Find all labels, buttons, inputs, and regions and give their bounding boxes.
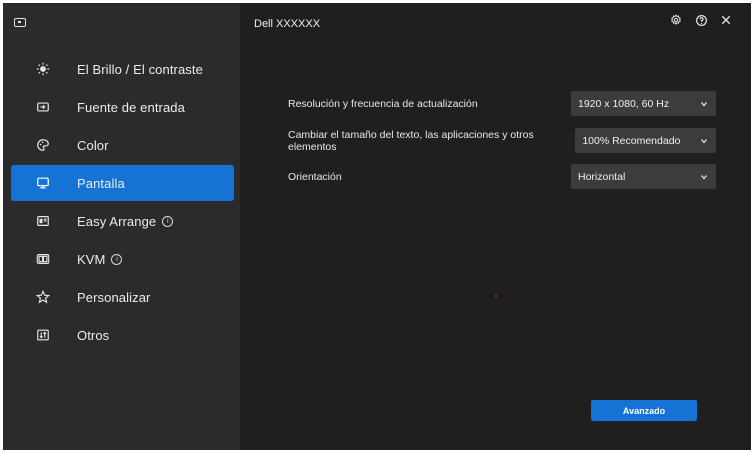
resolution-value: 1920 x 1080, 60 Hz: [578, 97, 670, 110]
sidebar: El Brillo / El contraste Fuente de entra…: [3, 3, 240, 450]
sidebar-item-personalize[interactable]: Personalizar: [11, 279, 234, 315]
setting-orientation: Orientación Horizontal: [288, 164, 716, 189]
chevron-down-icon: [701, 174, 707, 180]
others-icon: [35, 327, 51, 343]
orientation-label: Orientación: [288, 170, 342, 183]
input-source-icon: [35, 99, 51, 115]
setting-resolution: Resolución y frecuencia de actualización…: [288, 91, 716, 116]
sidebar-item-label: Fuente de entrada: [77, 99, 185, 115]
app-window: El Brillo / El contraste Fuente de entra…: [3, 3, 751, 450]
close-icon[interactable]: [719, 13, 733, 27]
scale-dropdown[interactable]: 100% Recomendado: [575, 128, 716, 153]
window-controls: [669, 13, 733, 27]
brightness-icon: [35, 61, 51, 77]
sidebar-item-input-source[interactable]: Fuente de entrada: [11, 89, 234, 125]
sidebar-item-others[interactable]: Otros: [11, 317, 234, 353]
main-panel: Dell XXXXXX Resolución y frecuencia de a…: [240, 3, 751, 450]
chevron-down-icon: [701, 138, 707, 144]
sidebar-item-display[interactable]: Pantalla: [11, 165, 234, 201]
easy-arrange-icon: [35, 213, 51, 229]
resolution-label: Resolución y frecuencia de actualización: [288, 97, 478, 110]
chevron-down-icon: [701, 101, 707, 107]
sidebar-item-easy-arrange[interactable]: Easy Arrange i: [11, 203, 234, 239]
info-icon[interactable]: i: [111, 253, 123, 265]
sidebar-item-label: Otros: [77, 327, 110, 343]
resolution-dropdown[interactable]: 1920 x 1080, 60 Hz: [571, 91, 716, 116]
color-palette-icon: [35, 137, 51, 153]
advanced-button[interactable]: Avanzado: [591, 400, 697, 421]
window-title: Dell XXXXXX: [254, 18, 321, 30]
help-icon[interactable]: [694, 13, 708, 27]
sidebar-item-label: Personalizar: [77, 289, 151, 305]
sidebar-item-label: El Brillo / El contraste: [77, 61, 203, 77]
orientation-value: Horizontal: [578, 170, 626, 183]
sidebar-item-label: KVM: [77, 251, 106, 267]
orientation-dropdown[interactable]: Horizontal: [571, 164, 716, 189]
app-monitor-icon: [14, 18, 26, 27]
sidebar-item-label: Easy Arrange: [77, 213, 157, 229]
settings-gear-icon[interactable]: [669, 13, 683, 27]
kvm-icon: [35, 251, 51, 267]
sidebar-item-label: Color: [77, 137, 109, 153]
cursor-dot: [495, 295, 497, 297]
display-icon: [35, 175, 51, 191]
sidebar-item-kvm[interactable]: KVM i: [11, 241, 234, 277]
info-icon[interactable]: i: [162, 215, 174, 227]
setting-scale: Cambiar el tamaño del texto, las aplicac…: [288, 128, 716, 153]
sidebar-item-brightness-contrast[interactable]: El Brillo / El contraste: [11, 51, 234, 87]
scale-label: Cambiar el tamaño del texto, las aplicac…: [288, 128, 534, 153]
sidebar-nav: El Brillo / El contraste Fuente de entra…: [11, 51, 234, 355]
scale-value: 100% Recomendado: [582, 134, 681, 147]
sidebar-item-color[interactable]: Color: [11, 127, 234, 163]
star-icon: [35, 289, 51, 305]
sidebar-item-label: Pantalla: [77, 175, 125, 191]
